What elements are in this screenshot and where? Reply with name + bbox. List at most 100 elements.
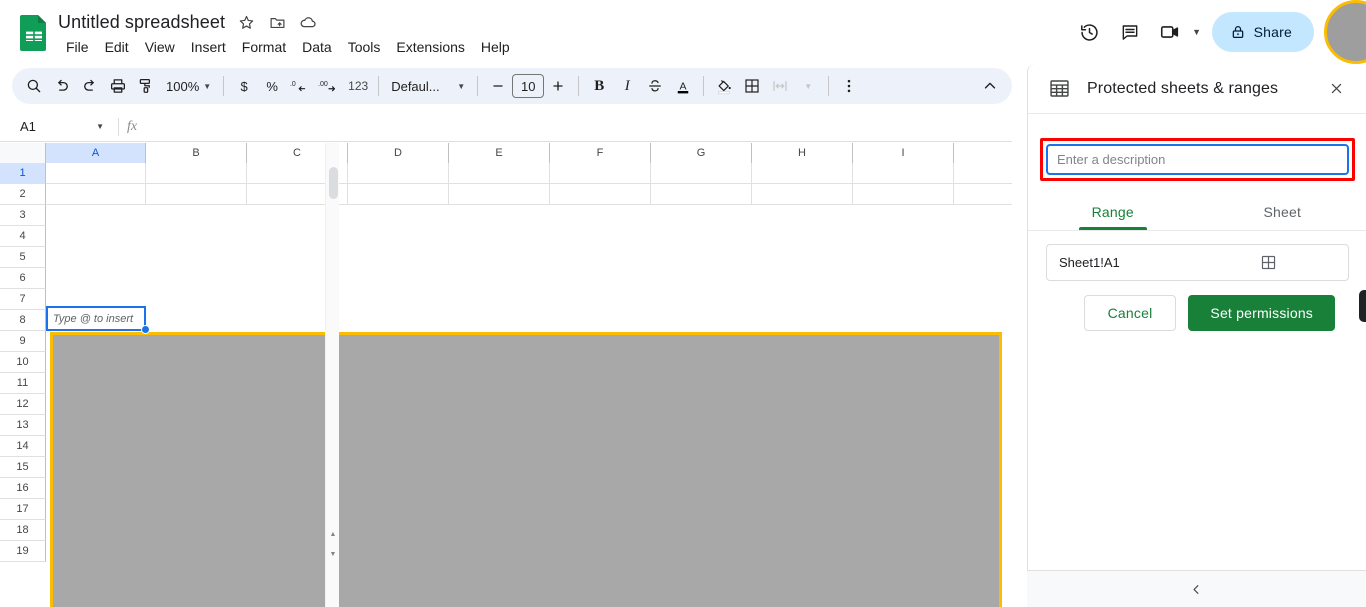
menu-edit[interactable]: Edit bbox=[97, 37, 137, 57]
version-history-icon[interactable] bbox=[1070, 12, 1110, 52]
percent-format-icon[interactable]: % bbox=[258, 72, 286, 100]
menu-format[interactable]: Format bbox=[234, 37, 294, 57]
cancel-button[interactable]: Cancel bbox=[1083, 295, 1177, 331]
description-input[interactable]: Enter a description bbox=[1046, 144, 1349, 175]
font-size-input[interactable]: 10 bbox=[512, 74, 545, 98]
column-header-e[interactable]: E bbox=[449, 143, 550, 163]
increase-decimal-icon[interactable]: .00 bbox=[314, 72, 344, 100]
cell[interactable] bbox=[348, 163, 449, 184]
menu-file[interactable]: File bbox=[58, 37, 97, 57]
row-header-18[interactable]: 18 bbox=[0, 520, 46, 541]
text-color-icon[interactable]: A bbox=[669, 72, 697, 100]
tab-sheet[interactable]: Sheet bbox=[1198, 193, 1366, 230]
cell[interactable] bbox=[550, 163, 651, 184]
cell[interactable] bbox=[46, 184, 146, 205]
name-box[interactable]: A1 ▼ bbox=[10, 116, 110, 138]
cell[interactable] bbox=[853, 163, 954, 184]
select-data-range-icon[interactable] bbox=[1199, 252, 1339, 274]
italic-icon[interactable]: I bbox=[613, 72, 641, 100]
select-all-corner[interactable] bbox=[0, 143, 46, 163]
cell[interactable] bbox=[954, 163, 1012, 184]
decrease-font-size-button[interactable] bbox=[484, 72, 512, 100]
cell[interactable] bbox=[348, 184, 449, 205]
scroll-up-arrow-icon[interactable]: ▲ bbox=[328, 527, 338, 541]
cell[interactable] bbox=[651, 163, 752, 184]
cell[interactable] bbox=[449, 184, 550, 205]
star-icon[interactable] bbox=[236, 12, 256, 32]
scroll-down-arrow-icon[interactable]: ▼ bbox=[328, 547, 338, 561]
row-header-4[interactable]: 4 bbox=[0, 226, 46, 247]
cell[interactable] bbox=[954, 184, 1012, 205]
strikethrough-icon[interactable] bbox=[641, 72, 669, 100]
row-header-12[interactable]: 12 bbox=[0, 394, 46, 415]
increase-font-size-button[interactable] bbox=[544, 72, 572, 100]
row-header-17[interactable]: 17 bbox=[0, 499, 46, 520]
more-options-icon[interactable] bbox=[835, 72, 863, 100]
tab-range[interactable]: Range bbox=[1028, 193, 1198, 230]
row-header-19[interactable]: 19 bbox=[0, 541, 46, 562]
active-cell-editor[interactable]: Type @ to insert bbox=[46, 306, 146, 331]
column-header-j[interactable] bbox=[954, 143, 1012, 163]
row-header-7[interactable]: 7 bbox=[0, 289, 46, 310]
cell[interactable] bbox=[853, 184, 954, 205]
cloud-saved-icon[interactable] bbox=[298, 12, 318, 32]
paint-format-icon[interactable] bbox=[132, 72, 160, 100]
undo-icon[interactable] bbox=[48, 72, 76, 100]
column-header-h[interactable]: H bbox=[752, 143, 853, 163]
chevron-down-icon[interactable]: ▼ bbox=[1190, 12, 1204, 52]
merge-cells-icon[interactable] bbox=[766, 72, 794, 100]
cell[interactable] bbox=[752, 184, 853, 205]
bold-icon[interactable]: B bbox=[585, 72, 613, 100]
row-header-3[interactable]: 3 bbox=[0, 205, 46, 226]
borders-icon[interactable] bbox=[738, 72, 766, 100]
menu-data[interactable]: Data bbox=[294, 37, 340, 57]
print-icon[interactable] bbox=[104, 72, 132, 100]
row-header-11[interactable]: 11 bbox=[0, 373, 46, 394]
menu-insert[interactable]: Insert bbox=[183, 37, 234, 57]
close-icon[interactable] bbox=[1320, 73, 1352, 105]
currency-format-icon[interactable]: $ bbox=[230, 72, 258, 100]
column-header-d[interactable]: D bbox=[348, 143, 449, 163]
row-header-14[interactable]: 14 bbox=[0, 436, 46, 457]
cell[interactable] bbox=[449, 163, 550, 184]
zoom-selector[interactable]: 100% ▼ bbox=[160, 72, 217, 100]
cell[interactable] bbox=[550, 184, 651, 205]
column-header-g[interactable]: G bbox=[651, 143, 752, 163]
scrollbar-thumb[interactable] bbox=[329, 167, 338, 199]
avatar[interactable] bbox=[1324, 0, 1366, 64]
row-header-15[interactable]: 15 bbox=[0, 457, 46, 478]
cell[interactable] bbox=[752, 163, 853, 184]
column-header-a[interactable]: A bbox=[46, 143, 146, 163]
page-title[interactable]: Untitled spreadsheet bbox=[58, 12, 225, 33]
menu-extensions[interactable]: Extensions bbox=[388, 37, 472, 57]
redo-icon[interactable] bbox=[76, 72, 104, 100]
row-header-8[interactable]: 8 bbox=[0, 310, 46, 331]
row-header-13[interactable]: 13 bbox=[0, 415, 46, 436]
row-header-1[interactable]: 1 bbox=[0, 163, 46, 184]
column-header-f[interactable]: F bbox=[550, 143, 651, 163]
cell[interactable] bbox=[146, 184, 247, 205]
cell[interactable] bbox=[46, 163, 146, 184]
video-call-button[interactable]: ▼ bbox=[1150, 12, 1204, 52]
menu-help[interactable]: Help bbox=[473, 37, 518, 57]
menu-view[interactable]: View bbox=[137, 37, 183, 57]
panel-resize-handle[interactable] bbox=[1359, 290, 1366, 322]
column-header-i[interactable]: I bbox=[853, 143, 954, 163]
share-button[interactable]: Share bbox=[1211, 12, 1314, 52]
row-header-6[interactable]: 6 bbox=[0, 268, 46, 289]
collapse-toolbar-icon[interactable] bbox=[976, 72, 1004, 100]
fill-handle[interactable] bbox=[141, 325, 150, 334]
range-input[interactable]: Sheet1!A1 bbox=[1046, 244, 1349, 281]
column-header-b[interactable]: B bbox=[146, 143, 247, 163]
more-formats-icon[interactable]: 123 bbox=[344, 72, 372, 100]
row-header-16[interactable]: 16 bbox=[0, 478, 46, 499]
decrease-decimal-icon[interactable]: .0 bbox=[286, 72, 314, 100]
row-header-5[interactable]: 5 bbox=[0, 247, 46, 268]
fill-color-icon[interactable] bbox=[710, 72, 738, 100]
row-header-2[interactable]: 2 bbox=[0, 184, 46, 205]
comment-icon[interactable] bbox=[1110, 12, 1150, 52]
video-call-icon[interactable] bbox=[1150, 12, 1190, 52]
cell[interactable] bbox=[146, 163, 247, 184]
move-to-folder-icon[interactable] bbox=[267, 12, 287, 32]
row-header-10[interactable]: 10 bbox=[0, 352, 46, 373]
